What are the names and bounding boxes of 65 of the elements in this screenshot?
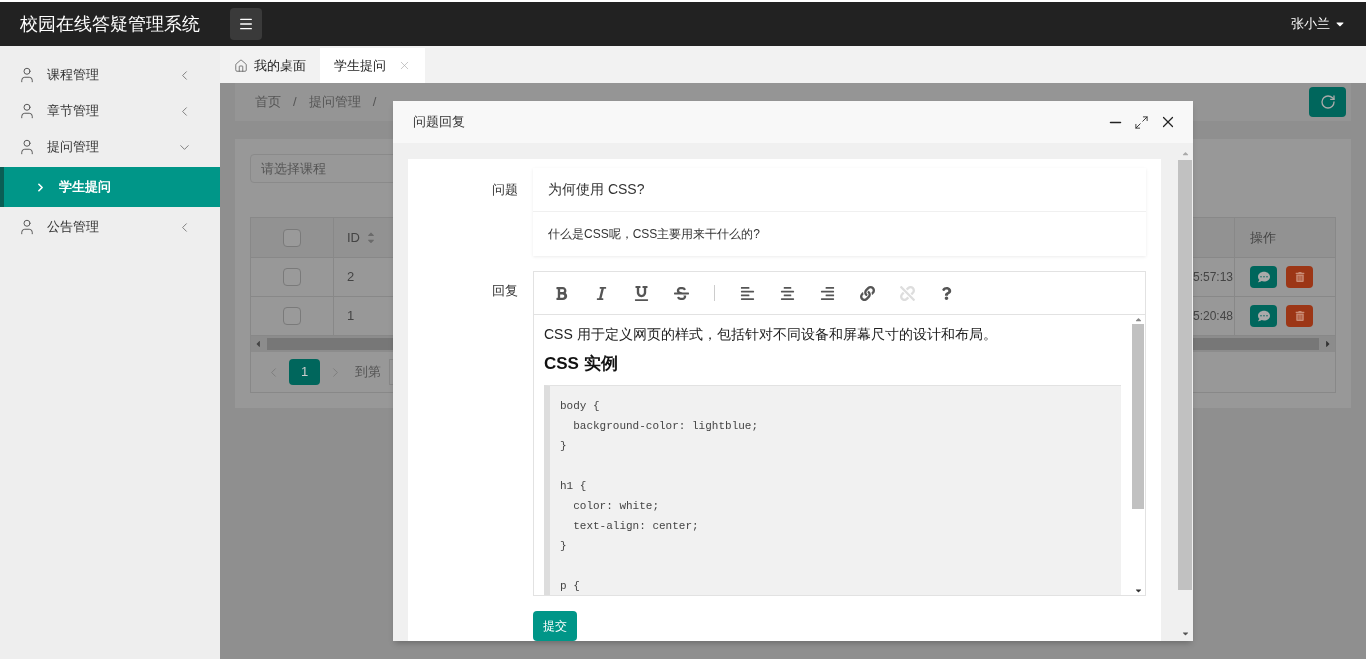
question-body: 什么是CSS呢，CSS主要用来干什么的? bbox=[548, 226, 761, 243]
delete-button[interactable] bbox=[1286, 266, 1313, 288]
strike-button[interactable] bbox=[674, 285, 689, 301]
editor-scrollbar[interactable] bbox=[1131, 315, 1145, 595]
checkbox[interactable] bbox=[283, 228, 301, 247]
field-label: 问题 bbox=[491, 181, 519, 199]
help-button[interactable] bbox=[940, 286, 953, 300]
question-title: 为何使用 CSS? bbox=[548, 180, 645, 199]
reply-button[interactable] bbox=[1250, 266, 1277, 288]
checkbox[interactable] bbox=[283, 268, 301, 286]
code-block: body { background-color: lightblue; } h1 { color: white; text-align: center; } p { bbox=[544, 384, 1121, 595]
table-cell-text: 1 bbox=[347, 307, 355, 326]
page-tab[interactable]: 学生提问 bbox=[320, 48, 425, 83]
trash-icon bbox=[1294, 272, 1305, 282]
user-icon bbox=[18, 66, 36, 84]
scroll-down-icon[interactable] bbox=[1180, 629, 1190, 638]
scroll-up-icon[interactable] bbox=[1133, 315, 1143, 324]
close-icon bbox=[398, 59, 411, 72]
breadcrumb-separator: / bbox=[372, 93, 377, 112]
trash-icon bbox=[1294, 311, 1305, 321]
underline-button[interactable] bbox=[634, 285, 649, 301]
align-left-button[interactable] bbox=[740, 285, 755, 301]
page-tab[interactable]: 我的桌面 bbox=[220, 48, 320, 83]
editor-content[interactable]: CSS 用于定义网页的样式，包括针对不同设备和屏幕尺寸的设计和布局。 CSS 实例 body { background-color: lightblue; } h1 { color: white; text-align: center; } p { bbox=[534, 315, 1131, 595]
user-icon bbox=[18, 218, 36, 236]
refresh-icon bbox=[1319, 94, 1336, 110]
submit-button[interactable]: 提交 bbox=[533, 611, 577, 641]
scroll-up-icon[interactable] bbox=[1180, 149, 1190, 158]
goto-label: 到第 bbox=[355, 363, 381, 382]
scroll-down-icon[interactable] bbox=[1133, 586, 1143, 595]
user-icon bbox=[18, 102, 36, 120]
maximize-icon[interactable] bbox=[1134, 114, 1149, 130]
app-title: 校园在线答疑管理系统 bbox=[19, 12, 201, 36]
align-center-button[interactable] bbox=[780, 285, 795, 301]
home-icon bbox=[234, 58, 248, 73]
breadcrumb-separator: / bbox=[293, 93, 297, 112]
user-menu[interactable]: 张小兰 bbox=[1291, 14, 1346, 34]
sidebar-item[interactable]: 公告管理 bbox=[0, 209, 220, 245]
table-cell-text: 5:57:13 bbox=[1192, 269, 1233, 286]
delete-button[interactable] bbox=[1286, 305, 1313, 327]
link-button[interactable] bbox=[860, 285, 875, 301]
sidebar-item[interactable]: 提问管理 bbox=[0, 129, 220, 165]
align-right-button[interactable] bbox=[820, 285, 835, 301]
field-label: 回复 bbox=[491, 282, 519, 300]
reply-paragraph: CSS 用于定义网页的样式，包括针对不同设备和屏幕尺寸的设计和布局。 bbox=[544, 325, 998, 344]
sidebar-item[interactable]: 课程管理 bbox=[0, 57, 220, 93]
dialog-title: 问题回复 bbox=[413, 113, 465, 132]
table-cell-text: 2 bbox=[347, 268, 355, 287]
table-cell-text: 5:20:48 bbox=[1192, 308, 1233, 325]
menu-toggle-button[interactable] bbox=[230, 8, 262, 40]
reply-heading: CSS 实例 bbox=[544, 353, 619, 375]
page-button[interactable]: 1 bbox=[289, 359, 320, 385]
bold-button[interactable] bbox=[554, 285, 569, 301]
comment-icon bbox=[1257, 310, 1270, 322]
reply-button[interactable] bbox=[1250, 305, 1277, 327]
rich-text-editor[interactable]: CSS 用于定义网页的样式，包括针对不同设备和屏幕尺寸的设计和布局。 CSS 实例 body { background-color: lightblue; } h1 { color: white; text-align: center; } p { bbox=[533, 271, 1146, 596]
italic-button[interactable] bbox=[594, 285, 609, 301]
sidebar-subitem[interactable]: 学生提问 bbox=[0, 167, 220, 207]
comment-icon bbox=[1257, 271, 1270, 283]
menu-icon bbox=[238, 16, 254, 32]
column-header: 操作 bbox=[1250, 228, 1276, 247]
sidebar-item[interactable]: 章节管理 bbox=[0, 93, 220, 129]
checkbox[interactable] bbox=[283, 307, 301, 325]
user-icon bbox=[18, 138, 36, 156]
refresh-button[interactable] bbox=[1309, 87, 1346, 117]
